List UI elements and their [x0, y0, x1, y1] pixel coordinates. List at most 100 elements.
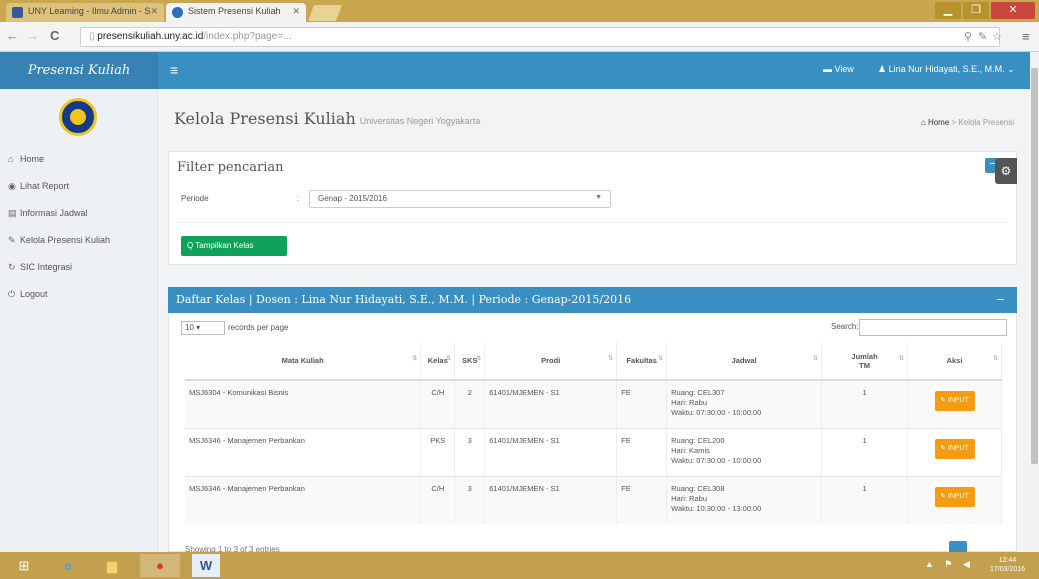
cell-kelas: C/H — [420, 379, 456, 428]
close-tab-icon[interactable]: ✕ — [292, 6, 300, 17]
url-path: /index.php?page=... — [203, 31, 292, 42]
sidebar-item-lihat-report[interactable]: ◉ Lihat Report — [0, 175, 158, 199]
column-header[interactable]: Jadwal ⇅ — [666, 342, 823, 381]
close-window-button[interactable]: ✕ — [991, 2, 1035, 19]
monitor-icon: ▬ — [823, 64, 835, 74]
bookmark-star-icon[interactable]: ☆ — [992, 30, 1002, 43]
file-explorer-icon[interactable]: ▆ — [92, 554, 132, 577]
edit-icon: ✎ — [8, 235, 16, 245]
address-bar[interactable]: ▯ presensikuliah.uny.ac.id/index.php?pag… — [80, 27, 1000, 47]
class-table: Mata Kuliah ⇅ Kelas ⇅ SKS ⇅ Prodi ⇅ Fakultas… — [185, 342, 1002, 524]
sidebar-item-logout[interactable]: ⏻ Logout — [0, 283, 158, 307]
cell-mata-kuliah: MSJ6346 - Manajemen Perbankan — [185, 475, 422, 524]
sort-icon: ⇅ — [992, 356, 998, 362]
close-tab-icon[interactable]: ✕ — [150, 6, 158, 17]
sort-icon: ⇅ — [412, 356, 418, 362]
cell-jadwal: Ruang: CEL307 Hari: Rabu Waktu: 07:30:00… — [666, 379, 823, 428]
table-header-row: Mata Kuliah ⇅ Kelas ⇅ SKS ⇅ Prodi ⇅ Fakultas… — [185, 342, 1002, 381]
sidebar-item-label: Home — [20, 154, 45, 164]
sort-icon: ⇅ — [898, 356, 905, 362]
header-view-label: View — [834, 64, 854, 74]
table-row: MSJ6346 - Manajemen Perbankan PKS 3 6140… — [185, 427, 1002, 476]
cell-fakultas: FE — [616, 475, 668, 524]
back-arrow-icon[interactable]: ← — [6, 29, 19, 43]
cell-aksi: ✎ INPUT — [907, 427, 1002, 476]
chrome-icon[interactable]: ● — [140, 554, 180, 577]
internet-explorer-icon[interactable]: e — [48, 554, 88, 577]
app-brand[interactable]: Presensi Kuliah — [0, 52, 158, 89]
cell-mata-kuliah: MSJ6346 - Manajemen Perbankan — [185, 427, 422, 476]
facebook-favicon-icon — [12, 7, 23, 18]
extension-icon[interactable]: ✎ — [978, 30, 987, 43]
cell-jadwal: Ruang: CEL308 Hari: Rabu Waktu: 10:30:00… — [666, 475, 823, 524]
records-per-page-select[interactable]: 10 ▾ — [181, 321, 225, 335]
word-icon[interactable]: W — [192, 554, 220, 577]
clock[interactable]: 12:44 17/03/2016 — [990, 556, 1025, 574]
periode-colon: : — [297, 194, 300, 203]
scrollbar-thumb[interactable] — [1031, 68, 1038, 464]
sidebar-item-label: Logout — [20, 289, 48, 299]
sidebar-item-informasi-jadwal[interactable]: ▤ Informasi Jadwal — [0, 202, 158, 226]
class-list-box: Daftar Kelas | Dosen : Lina Nur Hidayati… — [168, 287, 1017, 559]
column-header[interactable]: Mata Kuliah ⇅ — [185, 342, 422, 381]
cell-fakultas: FE — [616, 379, 668, 428]
column-header[interactable]: Jumlah TM ⇅ — [821, 342, 909, 381]
cell-prodi: 61401/MJEMEN - S1 — [484, 379, 618, 428]
page-title: Kelola Presensi Kuliah Universitas Negeri… — [174, 109, 480, 128]
sidebar-toggle-icon[interactable]: ≡ — [170, 63, 178, 77]
forward-arrow-icon[interactable]: → — [26, 29, 39, 43]
url-host: presensikuliah.uny.ac.id — [97, 31, 204, 42]
minimize-window-button[interactable]: ▁ — [935, 2, 961, 19]
column-header[interactable]: Prodi ⇅ — [484, 342, 618, 381]
filter-box: Filter pencarian − ⚙ Periode : Genap - 2… — [168, 151, 1017, 265]
table-row: MSJ6304 - Komunikasi Bisnis C/H 2 61401/… — [185, 379, 1002, 428]
sidebar-item-kelola-presensi[interactable]: ✎ Kelola Presensi Kuliah — [0, 229, 158, 253]
collapse-list-button[interactable]: − — [996, 293, 1005, 306]
search-input[interactable] — [859, 319, 1007, 336]
input-button[interactable]: ✎ INPUT — [934, 438, 975, 459]
header-view-link[interactable]: ▬ View — [823, 64, 854, 74]
new-tab-button[interactable] — [308, 5, 342, 21]
sidebar-item-label: Kelola Presensi Kuliah — [20, 235, 111, 245]
user-menu[interactable]: ♟ Lina Nur Hidayati, S.E., M.M. ⌄ — [878, 64, 1015, 75]
zoom-icon[interactable]: ⚲ — [964, 30, 972, 43]
cell-kelas: PKS — [420, 427, 456, 476]
periode-selected-value: Genap - 2015/2016 — [318, 194, 387, 203]
periode-select[interactable]: Genap - 2015/2016 ▼ — [309, 190, 611, 208]
browser-tab-uny-learning[interactable]: UNY Leaming - Ilmu Admin - S ✕ — [6, 3, 164, 22]
sidebar-item-sic-integrasi[interactable]: ↻ SIC Integrasi — [0, 256, 158, 280]
column-header[interactable]: Fakultas ⇅ — [616, 342, 668, 381]
records-per-page: 10 ▾ records per page — [181, 321, 288, 335]
user-name: Lina Nur Hidayati, S.E., M.M. — [888, 64, 1005, 74]
column-header[interactable]: Kelas ⇅ — [420, 342, 456, 381]
breadcrumb: ⌂ Home > Kelola Presensi — [920, 118, 1014, 127]
show-classes-button[interactable]: Q Tampilkan Kelas — [181, 236, 287, 256]
input-button[interactable]: ✎ INPUT — [934, 391, 975, 411]
home-icon: ⌂ — [8, 154, 14, 164]
tab-label: Sistem Presensi Kuliah — [188, 6, 281, 16]
user-icon: ♟ — [878, 64, 889, 74]
schedule-icon: ▤ — [8, 208, 17, 218]
browser-menu-icon[interactable]: ≡ — [1022, 29, 1030, 44]
sidebar-item-home[interactable]: ⌂ Home — [0, 148, 158, 172]
reload-icon[interactable]: C — [50, 29, 59, 43]
cell-aksi: ✎ INPUT — [907, 379, 1002, 428]
cell-sks: 3 — [454, 427, 486, 476]
browser-tab-presensi[interactable]: Sistem Presensi Kuliah ✕ — [166, 3, 306, 22]
site-favicon-icon — [172, 7, 183, 18]
system-tray-icons[interactable]: ▲ ⚑ ◀ — [925, 559, 974, 570]
tab-label: UNY Leaming - Ilmu Admin - S — [28, 6, 151, 16]
start-windows-icon[interactable]: ⊞ — [4, 554, 44, 577]
page-subtitle: Universitas Negeri Yogyakarta — [359, 116, 481, 126]
maximize-window-button[interactable]: ❐ — [963, 2, 989, 19]
settings-gear-icon[interactable]: ⚙ — [995, 158, 1017, 184]
column-header[interactable]: SKS ⇅ — [454, 342, 486, 381]
chevron-down-icon: ▼ — [595, 194, 602, 201]
cell-sks: 2 — [454, 379, 486, 428]
divider — [177, 222, 1008, 223]
class-list-header: Daftar Kelas | Dosen : Lina Nur Hidayati… — [168, 287, 1017, 313]
column-header[interactable]: Aksi ⇅ — [907, 342, 1002, 381]
breadcrumb-home[interactable]: Home — [928, 118, 949, 127]
input-button[interactable]: ✎ INPUT — [934, 486, 975, 507]
chevron-down-icon: ⌄ — [1004, 64, 1015, 74]
